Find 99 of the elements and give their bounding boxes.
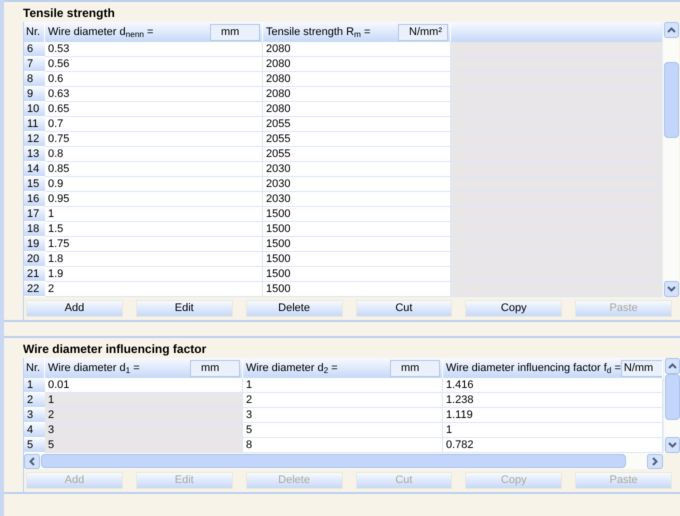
table-cell: 1.5 bbox=[45, 222, 263, 237]
table-cell: 0.8 bbox=[45, 147, 263, 162]
row-number: 7 bbox=[24, 57, 45, 72]
table-cell: 0.85 bbox=[45, 162, 263, 177]
toolbar-button[interactable]: Cut bbox=[356, 300, 452, 317]
scrollbar-thumb[interactable] bbox=[664, 62, 679, 138]
table-cell: 1.8 bbox=[45, 252, 263, 267]
table-cell: 0.65 bbox=[45, 102, 263, 117]
toolbar-button[interactable]: Add bbox=[26, 300, 123, 317]
table-cell: 2055 bbox=[263, 132, 451, 147]
column-header: Wire diameter d$_{2}$ = bbox=[246, 360, 339, 376]
row-number: 20 bbox=[24, 252, 45, 267]
scroll-down-button[interactable] bbox=[664, 281, 678, 297]
table-cell: 0.782 bbox=[443, 438, 663, 453]
table-cell: 3 bbox=[243, 408, 443, 423]
column-header: Nr. bbox=[24, 358, 45, 378]
table-cell: 1500 bbox=[263, 267, 451, 282]
table-cell: 1.238 bbox=[443, 393, 663, 408]
table-cell: 0.6 bbox=[45, 72, 263, 87]
table-cell: 1500 bbox=[263, 282, 451, 297]
scroll-down-button[interactable] bbox=[664, 437, 680, 453]
table-cell: 0.75 bbox=[45, 132, 263, 147]
row-number: 21 bbox=[24, 267, 45, 282]
table-cell: 1.119 bbox=[443, 408, 663, 423]
table-cell: 2 bbox=[243, 393, 443, 408]
table-cell: 1 bbox=[443, 423, 663, 438]
unit-field[interactable]: N/mm² bbox=[398, 24, 448, 40]
table-cell: 1500 bbox=[263, 237, 451, 252]
table-cell: 2030 bbox=[263, 192, 451, 207]
table-cell: 2080 bbox=[263, 42, 451, 57]
row-number: 6 bbox=[24, 42, 45, 57]
table-cell: 3 bbox=[45, 423, 243, 438]
unit-field[interactable]: N/mm bbox=[620, 360, 662, 376]
column-header: Wire diameter d$_{1}$ = bbox=[48, 360, 141, 376]
table-cell: 0.01 bbox=[45, 378, 243, 393]
row-number: 4 bbox=[24, 423, 45, 438]
section-title: Tensile strength bbox=[23, 5, 116, 22]
unit-field[interactable]: mm bbox=[210, 24, 260, 40]
toolbar-button[interactable]: Delete bbox=[246, 300, 342, 317]
unit-field[interactable]: mm bbox=[390, 360, 440, 376]
row-number: 19 bbox=[24, 237, 45, 252]
scroll-left-button[interactable] bbox=[24, 454, 40, 468]
row-number: 15 bbox=[24, 177, 45, 192]
scroll-up-button[interactable] bbox=[664, 358, 680, 374]
table-cell: 2080 bbox=[263, 87, 451, 102]
row-number: 3 bbox=[24, 408, 45, 423]
scroll-right-button[interactable] bbox=[647, 454, 663, 468]
table-cell: 8 bbox=[243, 438, 443, 453]
row-number: 9 bbox=[24, 87, 45, 102]
table-cell: 1.9 bbox=[45, 267, 263, 282]
row-number: 16 bbox=[24, 192, 45, 207]
row-number: 13 bbox=[24, 147, 45, 162]
column-header: Nr. bbox=[24, 22, 45, 42]
table-cell: 1 bbox=[243, 378, 443, 393]
table-cell: 0.56 bbox=[45, 57, 263, 72]
table-cell: 2 bbox=[45, 408, 243, 423]
table-cell: 2 bbox=[45, 282, 263, 297]
scroll-up-button[interactable] bbox=[664, 22, 678, 38]
toolbar-button[interactable]: Edit bbox=[136, 300, 233, 317]
scrollbar-thumb[interactable] bbox=[665, 374, 680, 420]
table-cell: 5 bbox=[243, 423, 443, 438]
unit-field[interactable]: mm bbox=[190, 360, 240, 376]
table-cell: 1 bbox=[45, 393, 243, 408]
table-cell: 2080 bbox=[263, 57, 451, 72]
scrollbar-thumb[interactable] bbox=[41, 454, 626, 468]
row-number: 2 bbox=[24, 393, 45, 408]
toolbar-button[interactable]: Copy bbox=[465, 300, 562, 317]
table-cell: 2030 bbox=[263, 177, 451, 192]
column-header: Wire diameter influencing factor f$_{d}$ = bbox=[446, 360, 621, 376]
table-cell: 1500 bbox=[263, 207, 451, 222]
row-number: 22 bbox=[24, 282, 45, 297]
table-cell: 1.416 bbox=[443, 378, 663, 393]
table-cell: 0.53 bbox=[45, 42, 263, 57]
row-number: 18 bbox=[24, 222, 45, 237]
table-cell: 1500 bbox=[263, 222, 451, 237]
table-cell: 1 bbox=[45, 207, 263, 222]
row-number: 17 bbox=[24, 207, 45, 222]
row-number: 12 bbox=[24, 132, 45, 147]
table-cell: 2055 bbox=[263, 117, 451, 132]
table-cell: 1500 bbox=[263, 252, 451, 267]
row-number: 5 bbox=[24, 438, 45, 453]
table-cell: 2080 bbox=[263, 102, 451, 117]
row-number: 11 bbox=[24, 117, 45, 132]
table-cell: 1.75 bbox=[45, 237, 263, 252]
row-number: 14 bbox=[24, 162, 45, 177]
table-cell: 0.7 bbox=[45, 117, 263, 132]
section-title: Wire diameter influencing factor bbox=[23, 341, 208, 358]
table-cell: 2030 bbox=[263, 162, 451, 177]
table-cell: 2055 bbox=[263, 147, 451, 162]
row-number: 10 bbox=[24, 102, 45, 117]
column-header: Wire diameter d$_{nenn}$ = bbox=[48, 24, 154, 40]
row-number: 1 bbox=[24, 378, 45, 393]
table-cell: 5 bbox=[45, 438, 243, 453]
column-header: Tensile strength R$_{m}$ = bbox=[266, 24, 372, 40]
table-cell: 0.95 bbox=[45, 192, 263, 207]
table-cell: 0.9 bbox=[45, 177, 263, 192]
table-cell: 0.63 bbox=[45, 87, 263, 102]
row-number: 8 bbox=[24, 72, 45, 87]
table-cell: 2080 bbox=[263, 72, 451, 87]
